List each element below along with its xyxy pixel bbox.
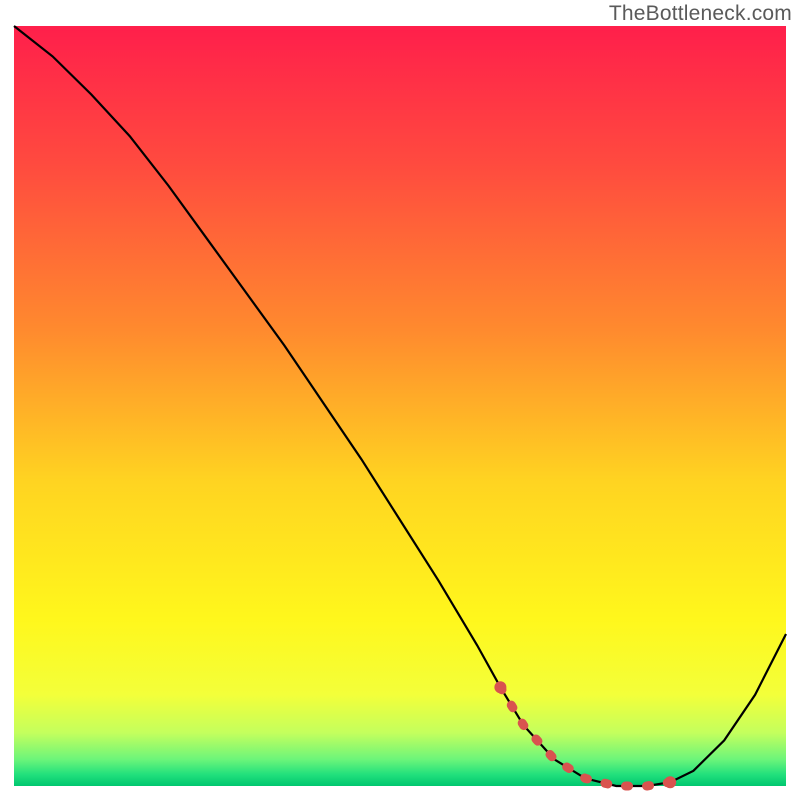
chart-container: TheBottleneck.com <box>0 0 800 800</box>
optimal-range-endpoint <box>494 681 506 693</box>
gradient-background <box>14 26 786 786</box>
watermark-text: TheBottleneck.com <box>609 2 792 26</box>
bottleneck-chart <box>0 0 800 800</box>
optimal-range-endpoint <box>664 776 676 788</box>
